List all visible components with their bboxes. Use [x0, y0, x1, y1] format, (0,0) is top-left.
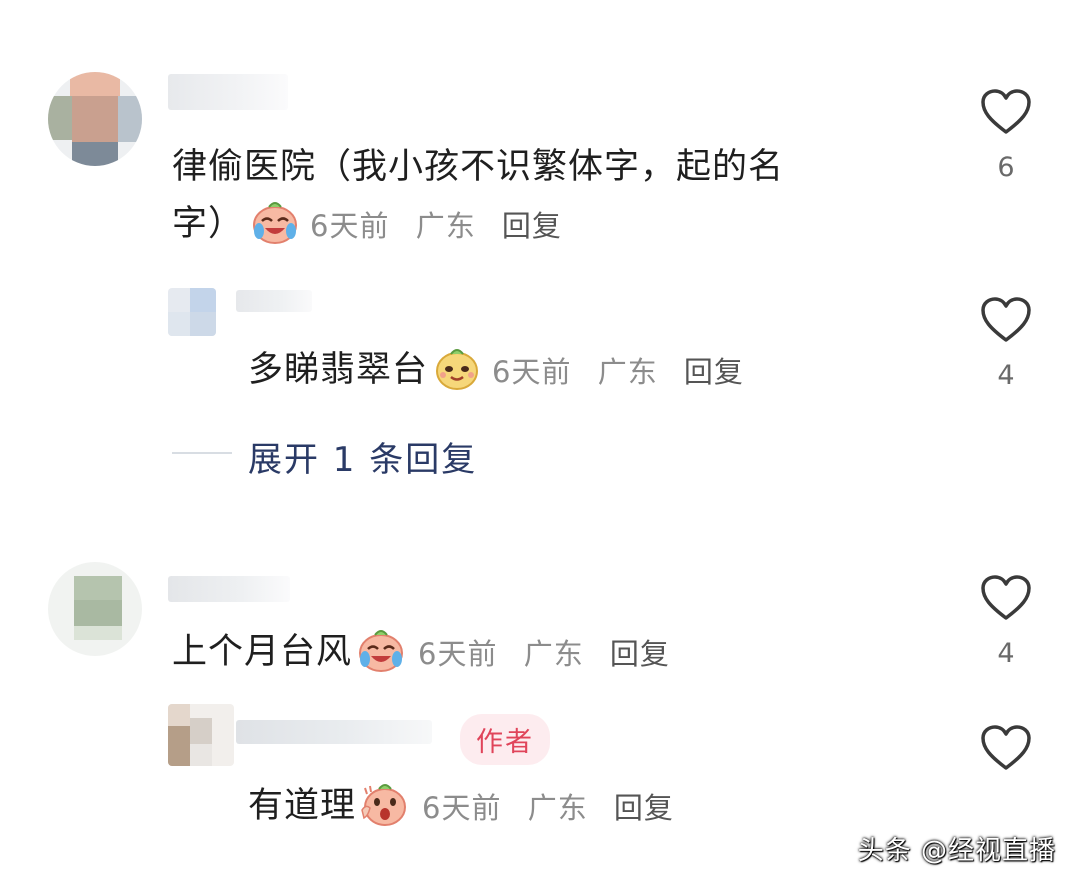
reply-row: 多睇翡翠台 6天前 广东 回复	[248, 346, 760, 394]
avatar[interactable]	[168, 288, 216, 336]
smug-face-emoji	[434, 345, 480, 395]
reply-time: 6天前	[492, 355, 572, 389]
heart-icon	[981, 297, 1031, 342]
comment-meta: 6天前 广东 回复	[310, 203, 578, 245]
reply-meta: 6天前 广东 回复	[422, 785, 690, 827]
like-button[interactable]: 6	[978, 88, 1034, 183]
comment-location: 广东	[523, 637, 584, 671]
reply-text: 多睇翡翠台	[248, 349, 429, 390]
username-blurred[interactable]	[168, 576, 290, 602]
reply-row: 有道理 6天前 广东 回复	[248, 782, 690, 830]
reply-button[interactable]: 回复	[684, 355, 744, 389]
comment-second-line: 字） 6天前 广东 回复	[172, 200, 578, 248]
like-count: 4	[997, 360, 1015, 391]
shocked-face-emoji	[360, 780, 408, 832]
avatar[interactable]	[48, 562, 142, 656]
heart-icon	[981, 89, 1031, 134]
comment-time: 6天前	[418, 637, 498, 671]
avatar[interactable]	[168, 704, 234, 766]
watermark: 头条 @经视直播	[857, 836, 1056, 866]
comment-location: 广东	[415, 209, 476, 243]
comment-time: 6天前	[310, 209, 390, 243]
reply-button[interactable]: 回复	[610, 637, 670, 671]
reply-location: 广东	[527, 791, 588, 825]
crying-laughing-emoji	[356, 627, 406, 677]
reply-time: 6天前	[422, 791, 502, 825]
username-blurred[interactable]	[168, 74, 288, 110]
reply-button[interactable]: 回复	[502, 209, 562, 243]
like-count: 4	[997, 638, 1015, 669]
comment-row: 上个月台风 6天前 广东 回复	[172, 628, 686, 676]
comment-meta: 6天前 广东 回复	[418, 631, 686, 673]
reply-text: 有道理	[248, 785, 357, 826]
reply-location: 广东	[597, 355, 658, 389]
like-count: 6	[997, 152, 1015, 183]
heart-icon	[981, 575, 1031, 620]
heart-icon	[981, 725, 1031, 770]
username-blurred[interactable]	[236, 290, 312, 312]
username-blurred[interactable]	[236, 720, 432, 744]
comment-text: 律偷医院（我小孩不识繁体字，起的名	[172, 147, 785, 187]
like-button[interactable]: 4	[978, 574, 1034, 669]
author-badge: 作者	[460, 714, 550, 765]
avatar[interactable]	[48, 72, 142, 166]
comment-text: 上个月台风	[172, 631, 353, 672]
reply-meta: 6天前 广东 回复	[492, 349, 760, 391]
expand-divider	[172, 452, 232, 454]
expand-replies-button[interactable]: 展开 1 条回复	[248, 432, 477, 481]
like-button[interactable]	[978, 724, 1034, 772]
crying-laughing-emoji	[250, 199, 300, 249]
like-button[interactable]: 4	[978, 296, 1034, 391]
reply-button[interactable]: 回复	[614, 791, 674, 825]
comment-text-cont: 字）	[172, 203, 245, 244]
